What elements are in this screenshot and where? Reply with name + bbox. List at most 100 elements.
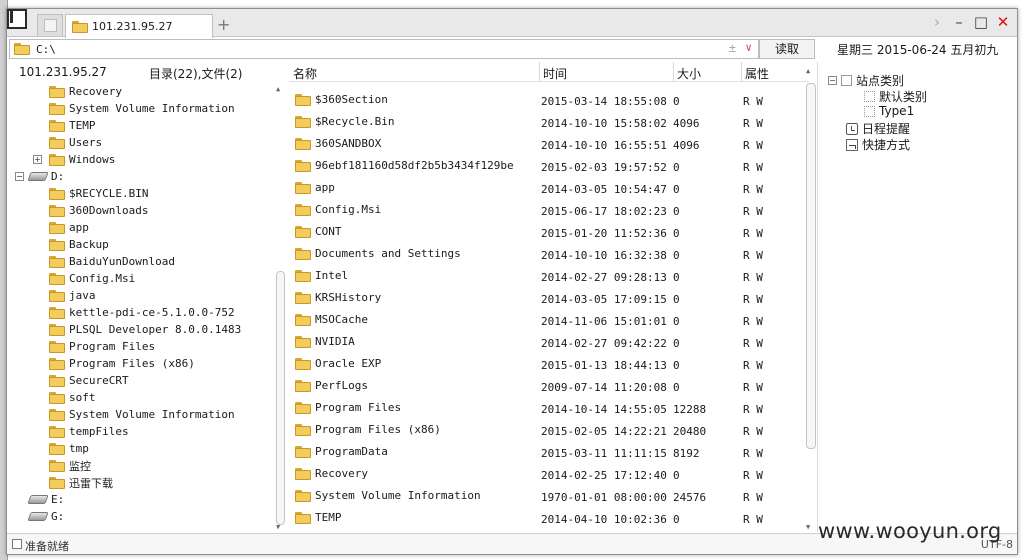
file-name-cell: ProgramData — [295, 445, 388, 458]
tree-folder[interactable]: BaiduYunDownload — [49, 253, 175, 270]
schedule-label: 日程提醒 — [862, 122, 911, 136]
tree-folder[interactable]: java — [49, 287, 96, 304]
file-attr-cell: R W — [743, 425, 763, 438]
tree-folder[interactable]: Backup — [49, 236, 109, 253]
file-name: 96ebf181160d58df2b5b3434f129be — [315, 159, 514, 172]
tree-folder[interactable]: Program Files (x86) — [49, 355, 195, 372]
path-input[interactable]: C:\ ± ∨ — [9, 39, 759, 59]
column-name[interactable]: 名称 — [293, 65, 317, 82]
file-name-cell: System Volume Information — [295, 489, 481, 502]
tree-item-label: app — [69, 221, 89, 234]
minimize-button[interactable]: – — [951, 13, 967, 31]
collapse-icon[interactable]: − — [828, 76, 837, 85]
site-category-node[interactable]: − 站点类别 — [828, 72, 904, 89]
new-tab-button[interactable]: + — [217, 15, 230, 34]
folder-icon — [49, 221, 65, 234]
tree-folder[interactable]: Recovery — [49, 83, 122, 100]
scroll-down-icon[interactable]: ▼ — [276, 523, 280, 531]
table-row[interactable]: Documents and Settings 2014-10-10 16:32:3… — [289, 244, 809, 266]
scroll-up-icon[interactable]: ▲ — [806, 67, 810, 75]
schedule-node[interactable]: 日程提醒 — [846, 120, 910, 137]
table-row[interactable]: Program Files (x86) 2015-02-05 14:22:21 20… — [289, 420, 809, 442]
file-attr-cell: R W — [743, 447, 763, 460]
folder-icon — [49, 238, 65, 251]
tab-active[interactable]: 101.231.95.27 — [65, 14, 213, 38]
scroll-up-icon[interactable]: ▲ — [276, 85, 280, 93]
tree-folder[interactable]: Program Files — [49, 338, 155, 355]
column-size[interactable]: 大小 — [677, 65, 701, 82]
table-row[interactable]: KRSHistory 2014-03-05 17:09:15 0 R W — [289, 288, 809, 310]
tree-item-label: 迅雷下载 — [69, 476, 113, 490]
read-button[interactable]: 读取 — [759, 39, 815, 59]
tree-folder[interactable]: soft — [49, 389, 96, 406]
tree-folder[interactable]: System Volume Information — [49, 100, 235, 117]
tab-blank[interactable] — [37, 14, 63, 36]
table-row[interactable]: Intel 2014-02-27 09:28:13 0 R W — [289, 266, 809, 288]
chevron-right-icon[interactable]: › — [929, 13, 945, 31]
tree-folder[interactable]: $RECYCLE.BIN — [49, 185, 148, 202]
table-row[interactable]: CONT 2015-01-20 11:52:36 0 R W — [289, 222, 809, 244]
table-row[interactable]: 96ebf181160d58df2b5b3434f129be 2015-02-03… — [289, 156, 809, 178]
folder-icon — [295, 269, 311, 282]
table-row[interactable]: Recovery 2014-02-25 17:12:40 0 R W — [289, 464, 809, 486]
file-name: $360Section — [315, 93, 388, 106]
column-attr[interactable]: 属性 — [745, 65, 769, 82]
shortcuts-label: 快捷方式 — [862, 138, 911, 152]
close-button[interactable]: ✕ — [995, 13, 1011, 31]
file-attr-cell: R W — [743, 183, 763, 196]
maximize-button[interactable]: □ — [973, 13, 989, 31]
tree-folder[interactable]: 360Downloads — [49, 202, 148, 219]
table-row[interactable]: System Volume Information 1970-01-01 08:0… — [289, 486, 809, 508]
table-row[interactable]: PerfLogs 2009-07-14 11:20:08 0 R W — [289, 376, 809, 398]
tree-folder[interactable]: app — [49, 219, 89, 236]
sidebar-toggle-icon[interactable] — [7, 9, 27, 29]
expand-icon[interactable]: + — [33, 155, 42, 164]
tree-drive[interactable]: G: — [27, 508, 64, 525]
tree-folder[interactable]: TEMP — [49, 117, 96, 134]
collapse-icon[interactable]: − — [15, 172, 24, 181]
table-row[interactable]: TEMP 2014-04-10 10:02:36 0 R W — [289, 508, 809, 530]
table-row[interactable]: NVIDIA 2014-02-27 09:42:22 0 R W — [289, 332, 809, 354]
file-name-cell: Program Files — [295, 401, 401, 414]
file-time-cell: 2014-10-10 16:55:51 — [541, 139, 667, 152]
table-row[interactable]: MSOCache 2014-11-06 15:01:01 0 R W — [289, 310, 809, 332]
folder-icon — [295, 159, 311, 172]
tree-folder[interactable]: + Windows — [33, 151, 115, 168]
tree-scroll-thumb[interactable] — [276, 271, 285, 525]
table-row[interactable]: $Recycle.Bin 2014-10-10 15:58:02 4096 R W — [289, 112, 809, 134]
tree-folder[interactable]: System Volume Information — [49, 406, 235, 423]
tree-folder[interactable]: tmp — [49, 440, 89, 457]
tree-folder[interactable]: 监控 — [49, 457, 91, 474]
default-category-node[interactable]: 默认类别 — [864, 88, 927, 105]
shortcuts-node[interactable]: 快捷方式 — [846, 136, 910, 153]
column-time[interactable]: 时间 — [543, 65, 567, 82]
sort-icon[interactable]: ± — [729, 41, 736, 55]
table-row[interactable]: Program Files 2014-10-14 14:55:05 12288 R W — [289, 398, 809, 420]
chevron-down-icon[interactable]: ∨ — [745, 41, 752, 54]
tree-folder[interactable]: 迅雷下载 — [49, 474, 113, 491]
table-row[interactable]: app 2014-03-05 10:54:47 0 R W — [289, 178, 809, 200]
tree-folder[interactable]: kettle-pdi-ce-5.1.0.0-752 — [49, 304, 235, 321]
tree-scrollbar[interactable]: ▲ ▼ — [275, 85, 285, 533]
folder-icon — [295, 115, 311, 128]
folder-icon — [295, 93, 311, 106]
type1-node[interactable]: Type1 — [864, 104, 914, 118]
tree-folder[interactable]: SecureCRT — [49, 372, 129, 389]
table-row[interactable]: Oracle EXP 2015-01-13 18:44:13 0 R W — [289, 354, 809, 376]
tree-drive[interactable]: E: — [27, 491, 64, 508]
table-row[interactable]: ProgramData 2015-03-11 11:11:15 8192 R W — [289, 442, 809, 464]
tree-folder[interactable]: tempFiles — [49, 423, 129, 440]
file-list-scrollbar[interactable]: ▲ ▼ — [805, 67, 817, 535]
scroll-down-icon[interactable]: ▼ — [806, 523, 810, 531]
table-row[interactable]: 360SANDBOX 2014-10-10 16:55:51 4096 R W — [289, 134, 809, 156]
tree-folder[interactable]: Users — [49, 134, 102, 151]
table-row[interactable]: Config.Msi 2015-06-17 18:02:23 0 R W — [289, 200, 809, 222]
table-row[interactable]: $360Section 2015-03-14 18:55:08 0 R W — [289, 90, 809, 112]
file-list-scroll-thumb[interactable] — [806, 83, 816, 449]
folder-icon — [49, 119, 65, 132]
tree-drive[interactable]: − D: — [15, 168, 64, 185]
tree-folder[interactable]: PLSQL Developer 8.0.0.1483 — [49, 321, 241, 338]
folder-icon — [49, 102, 65, 115]
tree-folder[interactable]: Config.Msi — [49, 270, 135, 287]
tree-item-label: 360Downloads — [69, 204, 149, 217]
